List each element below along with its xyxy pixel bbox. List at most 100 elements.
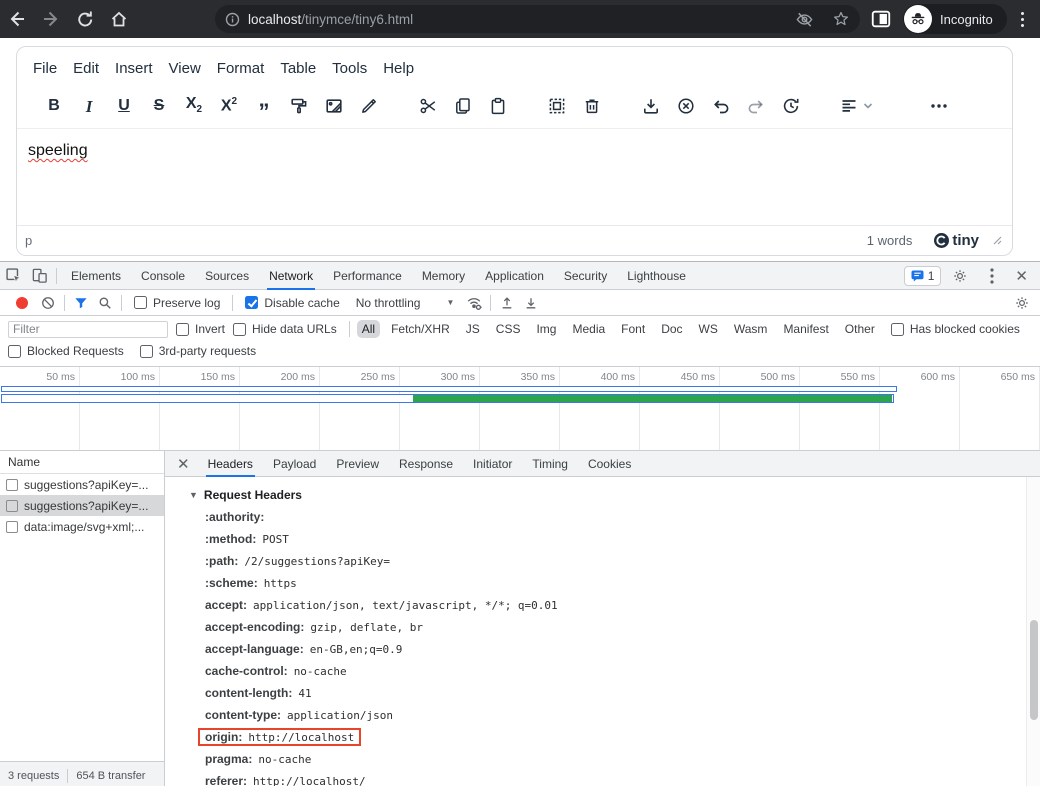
site-info-icon[interactable] bbox=[225, 12, 240, 27]
permanent-pen-button[interactable] bbox=[356, 93, 382, 119]
filter-chip[interactable]: Fetch/XHR bbox=[386, 320, 455, 338]
disable-cache-checkbox-box[interactable] bbox=[245, 296, 258, 309]
devtools-tab[interactable]: Performance bbox=[323, 262, 412, 290]
scrollbar-track[interactable] bbox=[1026, 477, 1040, 786]
has-blocked-cookies-checkbox[interactable]: Has blocked cookies bbox=[891, 322, 1020, 336]
network-settings-icon[interactable] bbox=[1010, 292, 1034, 314]
subscript-button[interactable]: X2 bbox=[181, 93, 207, 119]
download-button[interactable] bbox=[638, 93, 664, 119]
devtools-tab[interactable]: Security bbox=[554, 262, 617, 290]
third-party-requests-checkbox[interactable]: 3rd-party requests bbox=[140, 344, 256, 358]
detail-tab[interactable]: Preview bbox=[326, 451, 389, 477]
editor-content[interactable]: speeling bbox=[17, 128, 1012, 225]
copy-button[interactable] bbox=[450, 93, 476, 119]
hide-data-urls-checkbox[interactable]: Hide data URLs bbox=[233, 322, 337, 336]
eye-off-icon[interactable] bbox=[795, 10, 814, 29]
network-overview[interactable]: 50 ms100 ms150 ms200 ms250 ms300 ms350 m… bbox=[0, 367, 1040, 451]
devtools-close-icon[interactable]: ✕ bbox=[1011, 267, 1032, 285]
filter-chip[interactable]: All bbox=[357, 320, 380, 338]
filter-chip[interactable]: Media bbox=[567, 320, 610, 338]
disclosure-triangle-icon[interactable]: ▼ bbox=[189, 490, 198, 500]
devtools-tab[interactable]: Memory bbox=[412, 262, 475, 290]
menu-item[interactable]: View bbox=[161, 56, 209, 81]
browser-menu-icon[interactable] bbox=[1014, 8, 1030, 30]
devtools-tab[interactable]: Network bbox=[259, 262, 323, 290]
name-column-header[interactable]: Name bbox=[0, 451, 164, 474]
filter-chip[interactable]: Wasm bbox=[729, 320, 773, 338]
detail-tab[interactable]: Headers bbox=[198, 451, 263, 477]
filter-input[interactable] bbox=[8, 321, 168, 338]
back-icon[interactable] bbox=[0, 4, 34, 34]
devtools-tab[interactable]: Console bbox=[131, 262, 195, 290]
export-har-icon[interactable] bbox=[519, 292, 543, 314]
filter-chip[interactable]: Font bbox=[616, 320, 650, 338]
request-headers-title[interactable]: Request Headers bbox=[204, 488, 302, 502]
underline-button[interactable]: U bbox=[111, 93, 137, 119]
throttling-select[interactable]: No throttling ▼ bbox=[356, 296, 455, 310]
devtools-tab[interactable]: Elements bbox=[61, 262, 131, 290]
issues-badge[interactable]: 1 bbox=[904, 266, 942, 286]
menu-item[interactable]: Edit bbox=[65, 56, 107, 81]
filter-chip[interactable]: JS bbox=[461, 320, 485, 338]
blockquote-button[interactable]: ” bbox=[251, 93, 277, 119]
detail-tab[interactable]: Response bbox=[389, 451, 463, 477]
word-count[interactable]: 1 words bbox=[867, 233, 913, 248]
filter-chip[interactable]: WS bbox=[694, 320, 723, 338]
strikethrough-button[interactable]: S bbox=[146, 93, 172, 119]
devtools-tab[interactable]: Sources bbox=[195, 262, 259, 290]
undo-button[interactable] bbox=[708, 93, 734, 119]
forward-icon[interactable] bbox=[34, 4, 68, 34]
resize-handle[interactable] bbox=[993, 236, 1002, 245]
disable-cache-checkbox[interactable]: Disable cache bbox=[245, 296, 339, 310]
delete-button[interactable] bbox=[579, 93, 605, 119]
record-network-log-icon[interactable] bbox=[16, 297, 28, 309]
format-painter-button[interactable] bbox=[286, 93, 312, 119]
detail-tab[interactable]: Initiator bbox=[463, 451, 522, 477]
request-row[interactable]: data:image/svg+xml;... bbox=[0, 516, 164, 537]
redo-button[interactable] bbox=[743, 93, 769, 119]
network-conditions-icon[interactable] bbox=[462, 292, 486, 314]
detail-tab[interactable]: Cookies bbox=[578, 451, 641, 477]
preserve-log-checkbox[interactable]: Preserve log bbox=[134, 296, 220, 310]
edit-image-button[interactable] bbox=[321, 93, 347, 119]
search-icon[interactable] bbox=[93, 292, 117, 314]
align-button[interactable] bbox=[837, 93, 875, 119]
filter-chip[interactable]: Manifest bbox=[778, 320, 833, 338]
menu-item[interactable]: File bbox=[25, 56, 65, 81]
filter-chip[interactable]: CSS bbox=[491, 320, 526, 338]
detail-tab[interactable]: Payload bbox=[263, 451, 326, 477]
side-panel-icon[interactable] bbox=[870, 8, 892, 30]
bookmark-star-icon[interactable] bbox=[832, 10, 850, 28]
blocked-requests-checkbox[interactable]: Blocked Requests bbox=[8, 344, 124, 358]
devtools-settings-icon[interactable] bbox=[947, 264, 973, 288]
close-detail-icon[interactable]: ✕ bbox=[173, 455, 194, 473]
superscript-button[interactable]: X2 bbox=[216, 93, 242, 119]
scrollbar-thumb[interactable] bbox=[1030, 620, 1038, 720]
filter-chip[interactable]: Doc bbox=[656, 320, 687, 338]
menu-item[interactable]: Tools bbox=[324, 56, 375, 81]
home-icon[interactable] bbox=[102, 4, 136, 34]
detail-tab[interactable]: Timing bbox=[522, 451, 578, 477]
inspect-element-icon[interactable] bbox=[0, 264, 26, 288]
request-row[interactable]: suggestions?apiKey=... bbox=[0, 474, 164, 495]
element-path[interactable]: p bbox=[25, 233, 867, 248]
cancel-button[interactable] bbox=[673, 93, 699, 119]
bold-button[interactable]: B bbox=[41, 93, 67, 119]
import-har-icon[interactable] bbox=[495, 292, 519, 314]
menu-item[interactable]: Insert bbox=[107, 56, 161, 81]
filter-icon[interactable] bbox=[69, 292, 93, 314]
filter-chip[interactable]: Img bbox=[531, 320, 561, 338]
device-toolbar-icon[interactable] bbox=[26, 264, 52, 288]
paste-button[interactable] bbox=[485, 93, 511, 119]
request-row[interactable]: suggestions?apiKey=... bbox=[0, 495, 164, 516]
visual-blocks-button[interactable] bbox=[544, 93, 570, 119]
devtools-tab[interactable]: Lighthouse bbox=[617, 262, 696, 290]
misspelled-word[interactable]: speeling bbox=[28, 142, 88, 159]
preserve-log-checkbox-box[interactable] bbox=[134, 296, 147, 309]
invert-checkbox[interactable]: Invert bbox=[176, 322, 225, 336]
cut-button[interactable] bbox=[415, 93, 441, 119]
reload-icon[interactable] bbox=[68, 4, 102, 34]
filter-chip[interactable]: Other bbox=[840, 320, 880, 338]
devtools-tab[interactable]: Application bbox=[475, 262, 554, 290]
restore-draft-button[interactable] bbox=[778, 93, 804, 119]
